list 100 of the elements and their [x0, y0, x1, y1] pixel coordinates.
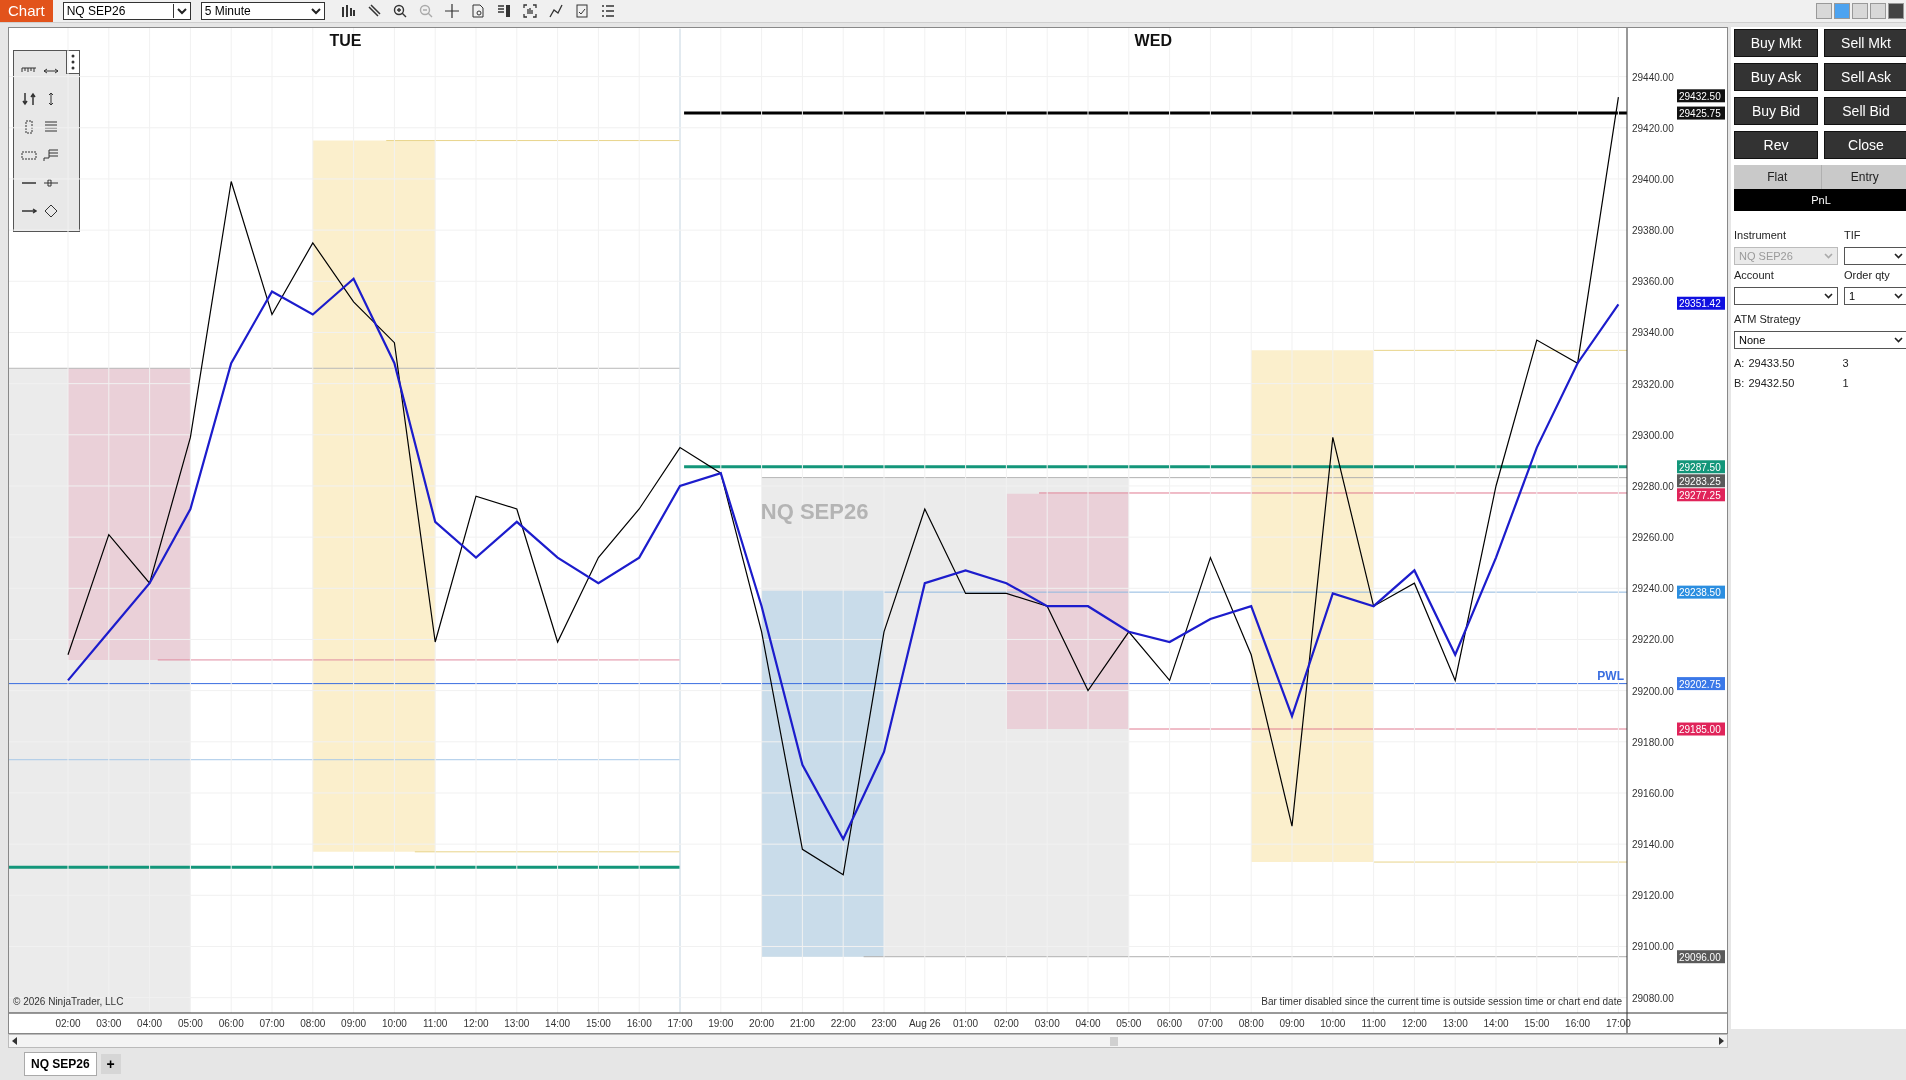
time-axis-label: 04:00	[1075, 1018, 1101, 1029]
price-marker: 29096.00	[1677, 950, 1725, 964]
crosshair-icon[interactable]	[444, 4, 459, 18]
price-axis-label: 29260.00	[1632, 532, 1674, 544]
stepped-lines-icon[interactable]	[43, 148, 59, 162]
quote-price: 29432.50	[1748, 377, 1796, 389]
price-marker: 29287.50	[1677, 460, 1725, 474]
price-axis-label: 29160.00	[1632, 787, 1674, 799]
pnl-display: PnL	[1734, 189, 1906, 211]
zoom-in-icon[interactable]	[392, 4, 407, 18]
account-dropdown[interactable]	[1734, 287, 1838, 305]
instrument-dropdown[interactable]: NQ SEP26	[62, 2, 191, 20]
time-axis-label: 10:00	[1320, 1018, 1346, 1029]
price-axis-label: 29380.00	[1632, 225, 1674, 237]
time-axis-label: 09:00	[1279, 1018, 1305, 1029]
price-axis-label: 29220.00	[1632, 634, 1674, 646]
line-nodes-icon[interactable]	[548, 4, 563, 18]
order-button[interactable]: Buy Bid	[1734, 97, 1818, 125]
price-axis-label: 29240.00	[1632, 583, 1674, 595]
day-label: TUE	[329, 32, 362, 49]
bar-chart-icon[interactable]	[340, 4, 355, 18]
quote-size: 1	[1842, 377, 1849, 389]
interval-dropdown[interactable]: 5 Minute	[200, 2, 325, 20]
time-axis-label: 10:00	[381, 1018, 407, 1029]
quote-label: A:	[1734, 357, 1745, 369]
chart-tab[interactable]: NQ SEP26	[24, 1052, 97, 1076]
time-axis-label: 20:00	[749, 1018, 775, 1029]
bar-timer-message: Bar timer disabled since the current time is outside session time or chart end date	[1261, 996, 1622, 1007]
order-button[interactable]: Sell Bid	[1824, 97, 1906, 125]
time-axis-label: 14:00	[545, 1018, 571, 1029]
checklist-document-icon[interactable]	[574, 4, 589, 18]
time-axis-label: 15:00	[1524, 1018, 1550, 1029]
price-axis-label: 29420.00	[1632, 122, 1674, 134]
price-marker: 29432.50	[1677, 89, 1725, 103]
time-axis-label: 01:00	[953, 1018, 979, 1029]
chart-frame-icon[interactable]	[522, 4, 537, 18]
time-axis-label: 14:00	[1483, 1018, 1509, 1029]
price-marker: 29351.42	[1677, 296, 1725, 310]
pencil-icon[interactable]	[366, 4, 381, 18]
add-tab-button[interactable]: +	[100, 1054, 121, 1074]
price-axis-label: 29320.00	[1632, 378, 1674, 390]
atm-strategy-dropdown[interactable]: None	[1734, 331, 1906, 349]
price-marker: 29283.25	[1677, 474, 1725, 488]
price-axis-label: 29120.00	[1632, 890, 1674, 902]
caret-icon[interactable]	[176, 7, 187, 15]
diamond-icon[interactable]	[43, 204, 59, 218]
tif-dropdown[interactable]	[1844, 247, 1906, 265]
order-qty-field[interactable]: 1	[1844, 287, 1906, 305]
time-axis-label: 13:00	[1442, 1018, 1468, 1029]
order-button[interactable]: Buy Ask	[1734, 63, 1818, 91]
price-axis-label: 29360.00	[1632, 276, 1674, 288]
field-label: Order qty	[1844, 269, 1891, 281]
price-marker: 29277.25	[1677, 488, 1725, 502]
price-axis-label: 29340.00	[1632, 327, 1674, 339]
price-axis-label: 29140.00	[1632, 839, 1674, 851]
level-label: PWL	[1597, 668, 1624, 683]
field-label: ATM Strategy	[1734, 313, 1801, 325]
time-axis-label: Aug 26	[908, 1018, 941, 1029]
time-axis-label: 08:00	[300, 1018, 326, 1029]
position-status: Flat	[1766, 169, 1789, 186]
caret-icon	[1894, 337, 1903, 343]
day-label: WED	[1134, 32, 1172, 49]
horizontal-lines-icon[interactable]	[43, 120, 59, 134]
scroll-left-icon[interactable]	[12, 1037, 18, 1045]
time-axis-label: 03:00	[1034, 1018, 1060, 1029]
order-button[interactable]: Buy Mkt	[1734, 29, 1818, 57]
time-axis-label: 09:00	[341, 1018, 367, 1029]
time-axis-label: 02:00	[55, 1018, 81, 1029]
price-axis-label: 29400.00	[1632, 173, 1674, 185]
time-axis-label: 21:00	[789, 1018, 815, 1029]
caret-icon[interactable]	[310, 7, 321, 15]
scroll-thumb[interactable]	[1110, 1036, 1118, 1046]
time-axis-label: 07:00	[1197, 1018, 1223, 1029]
dashed-box-icon[interactable]	[21, 148, 37, 162]
panel-icon[interactable]	[496, 4, 511, 18]
caret-icon	[1824, 253, 1833, 259]
scrollbar[interactable]	[8, 1034, 1728, 1048]
vertical-arrows-icon[interactable]	[21, 92, 37, 106]
price-axis-label: 29080.00	[1632, 992, 1674, 1004]
time-axis-label: 22:00	[830, 1018, 856, 1029]
scroll-right-icon[interactable]	[1718, 1037, 1724, 1045]
time-axis-label: 11:00	[1361, 1018, 1386, 1029]
field-label: Account	[1734, 269, 1775, 281]
copyright-text: © 2026 NinjaTrader, LLC	[13, 996, 124, 1007]
time-axis-label: 12:00	[463, 1018, 489, 1029]
price-axis-label: 29440.00	[1632, 71, 1674, 83]
order-button[interactable]: Rev	[1734, 131, 1818, 159]
order-button[interactable]: Sell Mkt	[1824, 29, 1906, 57]
price-marker: 29238.50	[1677, 585, 1725, 599]
document-search-icon[interactable]	[470, 4, 485, 18]
time-axis-label: 07:00	[259, 1018, 285, 1029]
time-axis-label: 11:00	[423, 1018, 448, 1029]
time-axis-label: 13:00	[504, 1018, 530, 1029]
field-label: TIF	[1844, 229, 1862, 241]
time-axis-label: 02:00	[993, 1018, 1019, 1029]
order-button[interactable]: Close	[1824, 131, 1906, 159]
price-axis-label: 29280.00	[1632, 480, 1674, 492]
list-icon[interactable]	[600, 4, 615, 18]
order-button[interactable]: Sell Ask	[1824, 63, 1906, 91]
close-icon[interactable]	[1888, 3, 1904, 19]
